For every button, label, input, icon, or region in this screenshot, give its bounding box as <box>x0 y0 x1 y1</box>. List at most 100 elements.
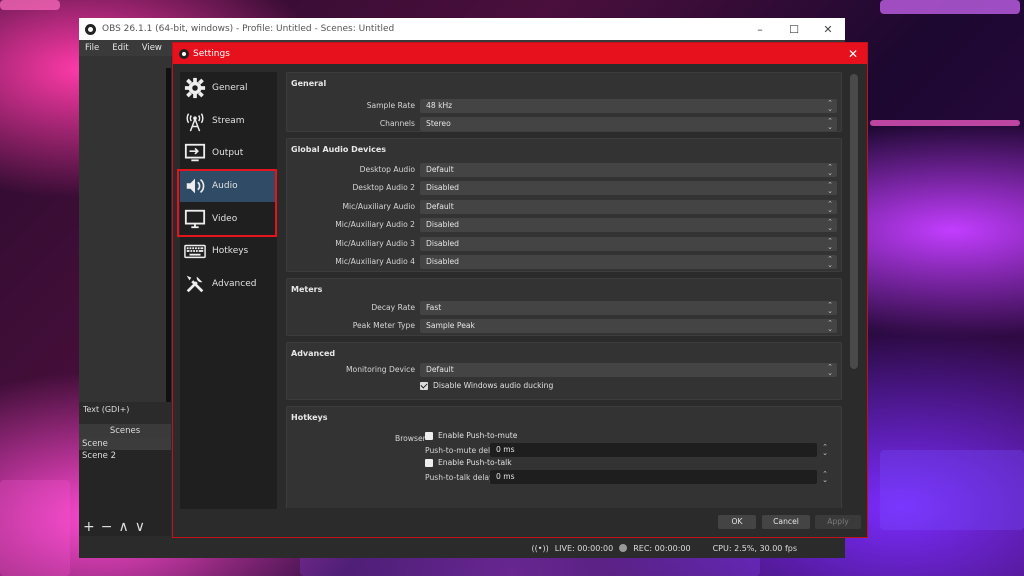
apply-button[interactable]: Apply <box>815 515 861 529</box>
remove-scene-button[interactable]: − <box>101 520 113 534</box>
rec-status: REC: 00:00:00 <box>633 543 691 553</box>
hotkey-source-label: Browser <box>395 434 426 443</box>
nav-label: General <box>212 83 248 94</box>
nav-item-stream[interactable]: Stream <box>180 105 277 138</box>
nav-item-video[interactable]: Video <box>180 202 277 235</box>
menu-view[interactable]: View <box>142 43 162 53</box>
obs-logo-icon <box>179 48 189 59</box>
row-desktop-audio: Desktop Audio Default ⌃ ⌄ <box>287 163 843 177</box>
push-to-mute-checkbox[interactable]: Enable Push-to-mute <box>425 431 517 440</box>
push-to-mute-delay-label: Push-to-mute delay <box>425 446 500 455</box>
nav-item-hotkeys[interactable]: Hotkeys <box>180 235 277 268</box>
minimize-button[interactable]: – <box>743 23 777 36</box>
nav-item-audio[interactable]: Audio <box>180 169 277 203</box>
live-status: LIVE: 00:00:00 <box>554 543 614 553</box>
chevron-updown-icon: ⌃ ⌄ <box>827 255 833 269</box>
selected-source-label: Text (GDI+) <box>79 402 171 416</box>
move-scene-up-button[interactable]: ∧ <box>118 520 128 534</box>
nav-label: Audio <box>212 181 238 192</box>
nav-label: Hotkeys <box>212 246 249 257</box>
mic-aux-audio-4-select[interactable]: Disabled ⌃ ⌄ <box>420 255 837 269</box>
background-neon-stripe <box>880 450 1024 530</box>
background-neon-stripe <box>0 0 60 10</box>
group-title: General <box>291 79 327 88</box>
scene-item[interactable]: Scene <box>79 438 171 450</box>
mic-aux-audio-2-select[interactable]: Disabled ⌃ ⌄ <box>420 218 837 232</box>
nav-label: Advanced <box>212 278 257 289</box>
keyboard-icon <box>184 240 206 262</box>
select-value: Disabled <box>426 239 459 248</box>
chevron-updown-icon: ⌃ ⌄ <box>827 117 833 131</box>
nav-item-advanced[interactable]: Advanced <box>180 268 277 301</box>
maximize-button[interactable]: ☐ <box>777 23 811 36</box>
group-global-audio: Global Audio Devices Desktop Audio Defau… <box>286 138 842 272</box>
nav-item-output[interactable]: Output <box>180 137 277 170</box>
checkbox-label: Enable Push-to-mute <box>438 431 518 440</box>
row-channels: Channels Stereo ⌃ ⌄ <box>287 117 843 131</box>
group-meters: Meters Decay Rate Fast ⌃ ⌄ Peak Meter Type… <box>286 278 842 336</box>
scene-item[interactable]: Scene 2 <box>79 450 171 462</box>
spin-updown-icon[interactable]: ⌃ ⌄ <box>821 444 829 457</box>
spin-updown-icon[interactable]: ⌃ ⌄ <box>821 471 829 484</box>
content-scrollbar[interactable] <box>850 74 858 369</box>
device-label: Mic/Auxiliary Audio <box>342 202 416 211</box>
channels-select[interactable]: Stereo ⌃ ⌄ <box>420 117 837 131</box>
device-label: Mic/Auxiliary Audio 3 <box>335 239 415 248</box>
cpu-status: CPU: 2.5%, 30.00 fps <box>712 543 797 553</box>
add-scene-button[interactable]: + <box>83 520 95 534</box>
mic-aux-audio-select[interactable]: Default ⌃ ⌄ <box>420 200 837 214</box>
move-scene-down-button[interactable]: ∨ <box>135 520 145 534</box>
device-label: Mic/Auxiliary Audio 2 <box>335 220 415 229</box>
rec-icon <box>619 544 628 552</box>
monitoring-device-label: Monitoring Device <box>346 365 415 374</box>
ok-button[interactable]: OK <box>718 515 756 529</box>
menu-edit[interactable]: Edit <box>112 43 128 53</box>
nav-label: Video <box>212 213 238 224</box>
gear-icon <box>184 77 206 99</box>
push-to-talk-delay-label: Push-to-talk delay <box>425 473 494 482</box>
spinbox-value: 0 ms <box>496 445 515 454</box>
select-value: Disabled <box>426 220 459 229</box>
checkbox-label: Enable Push-to-talk <box>438 458 512 467</box>
select-value: Fast <box>426 303 442 312</box>
scenes-header: Scenes <box>79 424 171 438</box>
select-value: Disabled <box>426 183 459 192</box>
desktop-audio-select[interactable]: Default ⌃ ⌄ <box>420 163 837 177</box>
chevron-updown-icon: ⌃ ⌄ <box>827 218 833 232</box>
group-title: Advanced <box>291 349 336 358</box>
chevron-updown-icon: ⌃ ⌄ <box>827 363 833 377</box>
chevron-updown-icon: ⌃ ⌄ <box>827 200 833 214</box>
window-close-button[interactable]: ✕ <box>811 23 845 36</box>
push-to-mute-delay-input[interactable]: 0 ms <box>490 443 817 457</box>
audio-settings-content: General Sample Rate 48 kHz ⌃ ⌄ Channels St… <box>286 72 847 508</box>
disable-ducking-checkbox[interactable]: Disable Windows audio ducking <box>420 381 553 390</box>
select-value: Default <box>426 202 454 211</box>
checkbox-label: Disable Windows audio ducking <box>433 381 554 390</box>
antenna-icon <box>184 110 206 132</box>
sample-rate-select[interactable]: 48 kHz ⌃ ⌄ <box>420 99 837 113</box>
nav-item-general[interactable]: General <box>180 72 277 105</box>
select-value: Sample Peak <box>426 321 475 330</box>
push-to-talk-checkbox[interactable]: Enable Push-to-talk <box>425 458 512 467</box>
device-label: Mic/Auxiliary Audio 4 <box>335 257 415 266</box>
select-value: Disabled <box>426 257 459 266</box>
obs-logo-icon <box>85 23 96 35</box>
row-mic-aux-audio-4: Mic/Auxiliary Audio 4 Disabled ⌃ ⌄ <box>287 255 843 269</box>
chevron-updown-icon: ⌃ ⌄ <box>827 301 833 315</box>
background-neon-stripe <box>880 0 1020 14</box>
background-neon-stripe <box>870 120 1020 126</box>
row-decay-rate: Decay Rate Fast ⌃ ⌄ <box>287 301 843 315</box>
settings-close-button[interactable]: ✕ <box>839 47 867 61</box>
monitor-icon <box>184 208 206 230</box>
monitoring-device-select[interactable]: Default ⌃ ⌄ <box>420 363 837 377</box>
push-to-talk-delay-input[interactable]: 0 ms <box>490 470 817 484</box>
menu-file[interactable]: File <box>85 43 99 53</box>
cancel-button[interactable]: Cancel <box>762 515 810 529</box>
row-mic-aux-audio-2: Mic/Auxiliary Audio 2 Disabled ⌃ ⌄ <box>287 218 843 232</box>
decay-rate-select[interactable]: Fast ⌃ ⌄ <box>420 301 837 315</box>
group-general: General Sample Rate 48 kHz ⌃ ⌄ Channels St… <box>286 72 842 132</box>
channels-label: Channels <box>379 119 415 128</box>
peak-meter-select[interactable]: Sample Peak ⌃ ⌄ <box>420 319 837 333</box>
desktop-audio-2-select[interactable]: Disabled ⌃ ⌄ <box>420 181 837 195</box>
mic-aux-audio-3-select[interactable]: Disabled ⌃ ⌄ <box>420 237 837 251</box>
